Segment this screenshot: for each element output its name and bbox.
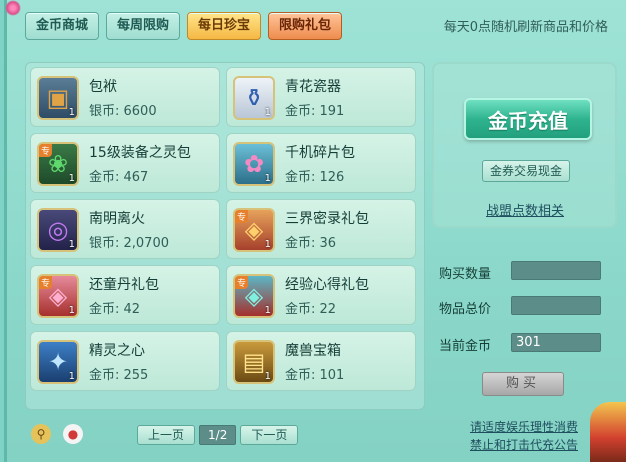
current-gold-value: 301 bbox=[511, 333, 601, 352]
gift-pouch-icon: ◈ 专 1 bbox=[233, 208, 275, 252]
item-card[interactable]: ◈ 专 1 经验心得礼包 金币: 22 bbox=[226, 265, 416, 325]
item-price: 金币: 467 bbox=[89, 170, 149, 185]
corner-ornament bbox=[5, 0, 21, 16]
exchange-button[interactable]: 金券交易现金 bbox=[482, 160, 570, 182]
total-price-label: 物品总价 bbox=[439, 302, 492, 317]
tab-gold-shop[interactable]: 金币商城 bbox=[25, 12, 100, 40]
treasure-chest-icon: ▤ 1 bbox=[233, 340, 275, 384]
tab-daily-treasure[interactable]: 每日珍宝 bbox=[187, 12, 262, 40]
item-card[interactable]: ◈ 专 1 三界密录礼包 金币: 36 bbox=[226, 199, 416, 259]
equipment-spirit-pack-icon: ❀ 专 1 bbox=[37, 142, 79, 186]
item-price: 金币: 42 bbox=[89, 302, 141, 317]
tab-limited-pack[interactable]: 限购礼包 bbox=[268, 12, 343, 40]
item-card[interactable]: ▣ 1 包袱 银币: 6600 bbox=[30, 67, 220, 127]
current-gold-label: 当前金币 bbox=[439, 339, 492, 354]
search-icon[interactable]: ⚲ bbox=[31, 424, 51, 444]
recharge-box: 金币充值 金券交易现金 战盟点数相关 bbox=[432, 62, 617, 228]
item-name: 南明离火 bbox=[89, 211, 145, 227]
anti-proxy-recharge-link[interactable]: 禁止和打击代充公告 bbox=[470, 436, 578, 454]
item-name: 经验心得礼包 bbox=[285, 277, 369, 293]
item-price: 金币: 255 bbox=[89, 368, 149, 383]
pagination: 上一页 1/2 下一页 bbox=[137, 425, 299, 445]
item-price: 金币: 191 bbox=[285, 104, 345, 119]
prev-page-button[interactable]: 上一页 bbox=[137, 425, 196, 445]
alliance-points-link[interactable]: 战盟点数相关 bbox=[486, 200, 564, 219]
porcelain-vase-icon: ⚱ 1 bbox=[233, 76, 275, 120]
refresh-note: 每天0点随机刷新商品和价格 bbox=[443, 20, 608, 35]
item-name: 魔兽宝箱 bbox=[285, 343, 341, 359]
mascot-character bbox=[590, 402, 626, 462]
item-card[interactable]: ◈ 专 1 还童丹礼包 金币: 42 bbox=[30, 265, 220, 325]
item-name: 还童丹礼包 bbox=[89, 277, 159, 293]
quantity-field[interactable] bbox=[511, 261, 601, 280]
gift-pouch-icon: ◈ 专 1 bbox=[37, 274, 79, 318]
item-price: 金币: 126 bbox=[285, 170, 345, 185]
page-indicator: 1/2 bbox=[199, 425, 237, 445]
shop-panel: 金币商城 每周限购 每日珍宝 限购礼包 每天0点随机刷新商品和价格 ▣ 1 包袱… bbox=[4, 0, 626, 462]
item-card[interactable]: ✿ 1 千机碎片包 金币: 126 bbox=[226, 133, 416, 193]
item-card[interactable]: ❀ 专 1 15级装备之灵包 金币: 467 bbox=[30, 133, 220, 193]
item-name: 三界密录礼包 bbox=[285, 211, 369, 227]
tab-weekly-limited[interactable]: 每周限购 bbox=[106, 12, 181, 40]
item-name: 青花瓷器 bbox=[285, 79, 341, 95]
recharge-button[interactable]: 金币充值 bbox=[464, 98, 592, 140]
total-price-field bbox=[511, 296, 601, 315]
item-price: 金币: 22 bbox=[285, 302, 337, 317]
item-name: 千机碎片包 bbox=[285, 145, 355, 161]
item-card[interactable]: ⚱ 1 青花瓷器 金币: 191 bbox=[226, 67, 416, 127]
item-price: 银币: 2,0700 bbox=[89, 236, 169, 251]
item-card[interactable]: ◎ 1 南明离火 银币: 2,0700 bbox=[30, 199, 220, 259]
item-name: 精灵之心 bbox=[89, 343, 145, 359]
spirit-heart-icon: ✦ 1 bbox=[37, 340, 79, 384]
tool-icons: ⚲ ● bbox=[31, 424, 83, 444]
quantity-label: 购买数量 bbox=[439, 267, 492, 282]
item-card[interactable]: ▤ 1 魔兽宝箱 金币: 101 bbox=[226, 331, 416, 391]
item-price: 银币: 6600 bbox=[89, 104, 157, 119]
buy-button[interactable]: 购买 bbox=[482, 372, 564, 396]
fire-ring-icon: ◎ 1 bbox=[37, 208, 79, 252]
fragment-pack-icon: ✿ 1 bbox=[233, 142, 275, 186]
notice-links: 请适度娱乐理性消费 禁止和打击代充公告 bbox=[470, 418, 578, 454]
item-price: 金币: 101 bbox=[285, 368, 345, 383]
bag-icon: ▣ 1 bbox=[37, 76, 79, 120]
gift-pouch-icon: ◈ 专 1 bbox=[233, 274, 275, 318]
item-name: 包袱 bbox=[89, 79, 117, 95]
item-card[interactable]: ✦ 1 精灵之心 金币: 255 bbox=[30, 331, 220, 391]
item-price: 金币: 36 bbox=[285, 236, 337, 251]
shop-tabs: 金币商城 每周限购 每日珍宝 限购礼包 bbox=[25, 12, 343, 40]
moderate-entertainment-link[interactable]: 请适度娱乐理性消费 bbox=[470, 418, 578, 436]
pin-icon[interactable]: ● bbox=[63, 424, 83, 444]
items-grid: ▣ 1 包袱 银币: 6600 ⚱ 1 青花瓷器 金币: 191 ❀ 专 1 1… bbox=[25, 62, 425, 410]
item-name: 15级装备之灵包 bbox=[89, 145, 191, 161]
next-page-button[interactable]: 下一页 bbox=[240, 425, 299, 445]
